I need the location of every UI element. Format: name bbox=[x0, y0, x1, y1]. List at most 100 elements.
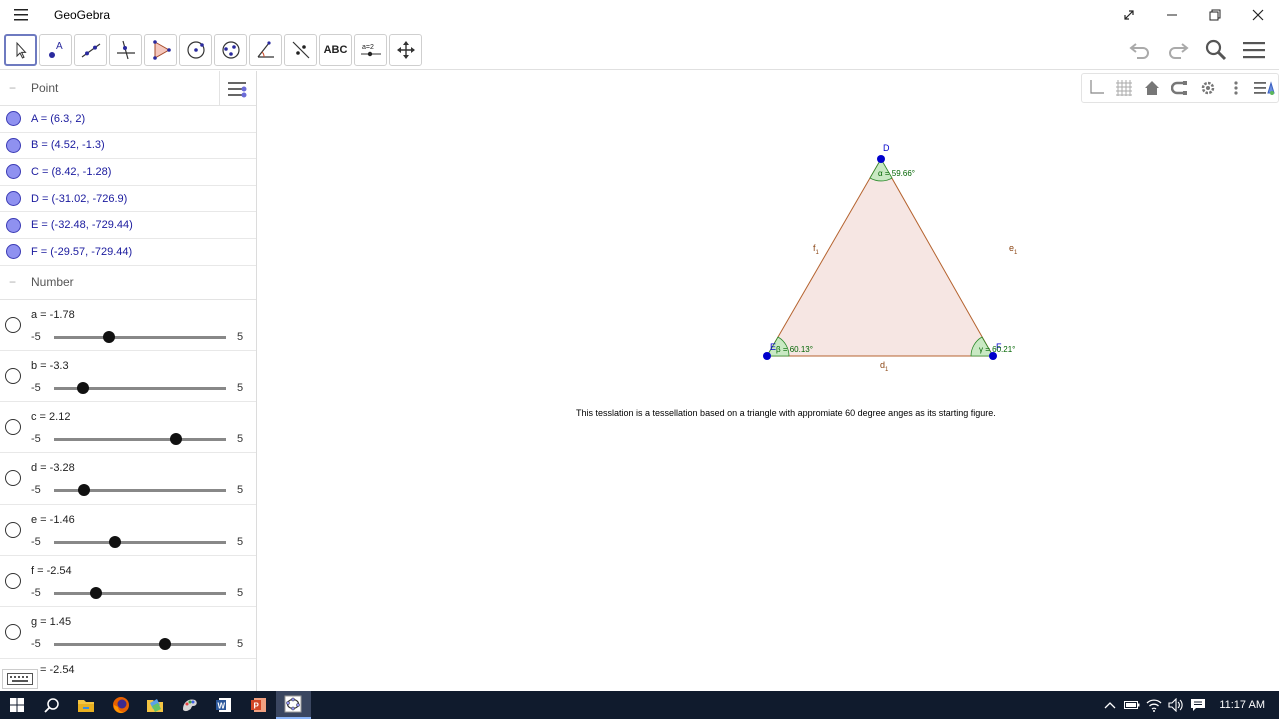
slider-visibility-toggle[interactable] bbox=[5, 470, 21, 487]
snapping-icon[interactable] bbox=[1166, 74, 1194, 102]
point-row[interactable]: A = (6.3, 2) bbox=[0, 106, 256, 133]
slider-knob[interactable] bbox=[170, 433, 183, 446]
file-explorer-icon[interactable] bbox=[69, 691, 104, 719]
firefox-icon[interactable] bbox=[104, 691, 139, 719]
slider-track[interactable] bbox=[54, 592, 226, 596]
slider-track[interactable] bbox=[54, 643, 226, 647]
redo-icon[interactable] bbox=[1163, 36, 1193, 64]
slider-row[interactable]: g = 1.45 -5 5 bbox=[0, 607, 256, 659]
slider-row[interactable]: a = -1.78 -5 5 bbox=[0, 300, 256, 351]
slider-visibility-toggle[interactable] bbox=[5, 367, 21, 384]
vertex-e[interactable] bbox=[763, 352, 771, 360]
text-tool-button[interactable]: ABC bbox=[319, 34, 352, 66]
geogebra-taskbar-icon[interactable] bbox=[276, 691, 311, 719]
keyboard-icon[interactable] bbox=[2, 669, 38, 689]
point-row[interactable]: F = (-29.57, -729.44) bbox=[0, 239, 256, 266]
battery-icon[interactable] bbox=[1121, 691, 1143, 719]
slider-knob[interactable] bbox=[77, 484, 90, 497]
point-visibility-toggle[interactable] bbox=[6, 164, 21, 180]
minimize-icon[interactable] bbox=[1150, 0, 1193, 30]
slider-track[interactable] bbox=[54, 335, 226, 339]
point-definition[interactable]: D = (-31.02, -726.9) bbox=[31, 193, 127, 205]
fullscreen-icon[interactable] bbox=[1107, 0, 1150, 30]
slider-row[interactable]: c = 2.12 -5 5 bbox=[0, 402, 256, 454]
reflect-tool-button[interactable] bbox=[284, 34, 317, 66]
slider-visibility-toggle[interactable] bbox=[5, 573, 21, 590]
slider-label[interactable]: c = 2.12 bbox=[31, 411, 70, 423]
slider-label[interactable]: e = -1.46 bbox=[31, 514, 75, 526]
action-center-icon[interactable] bbox=[1187, 691, 1209, 719]
move-graphics-tool-button[interactable] bbox=[389, 34, 422, 66]
slider-row[interactable]: f = -2.54 -5 5 bbox=[0, 556, 256, 608]
powerpoint-icon[interactable]: P bbox=[242, 691, 277, 719]
slider-label[interactable]: g = 1.45 bbox=[31, 616, 71, 628]
graphics-style-toggle-icon[interactable] bbox=[1250, 74, 1278, 102]
wifi-icon[interactable] bbox=[1143, 691, 1165, 719]
slider-label[interactable]: b = -3.3 bbox=[31, 360, 69, 372]
point-visibility-toggle[interactable] bbox=[6, 191, 21, 207]
point-definition[interactable]: F = (-29.57, -729.44) bbox=[31, 246, 132, 258]
point-group-header[interactable]: − Point bbox=[0, 71, 256, 106]
point-definition[interactable]: A = (6.3, 2) bbox=[31, 113, 85, 125]
angle-tool-button[interactable] bbox=[249, 34, 282, 66]
perpendicular-tool-button[interactable] bbox=[109, 34, 142, 66]
point-definition[interactable]: E = (-32.48, -729.44) bbox=[31, 219, 133, 231]
point-visibility-toggle[interactable] bbox=[6, 111, 21, 127]
slider-visibility-toggle[interactable] bbox=[5, 521, 21, 538]
slider-track[interactable] bbox=[54, 438, 226, 442]
number-group-header[interactable]: − Number bbox=[0, 266, 256, 300]
circle-three-points-tool-button[interactable] bbox=[214, 34, 247, 66]
slider-knob[interactable] bbox=[90, 587, 103, 600]
point-row[interactable]: D = (-31.02, -726.9) bbox=[0, 186, 256, 213]
undo-icon[interactable] bbox=[1125, 36, 1155, 64]
slider-track[interactable] bbox=[54, 540, 226, 544]
volume-icon[interactable] bbox=[1165, 691, 1187, 719]
line-tool-button[interactable] bbox=[74, 34, 107, 66]
move-tool-button[interactable] bbox=[4, 34, 37, 66]
slider-visibility-toggle[interactable] bbox=[5, 624, 21, 641]
search-icon[interactable] bbox=[1201, 36, 1231, 64]
point-tool-button[interactable]: A bbox=[39, 34, 72, 66]
point-row[interactable]: C = (8.42, -1.28) bbox=[0, 159, 256, 186]
axes-toggle-icon[interactable] bbox=[1082, 74, 1110, 102]
slider-tool-button[interactable]: a=2 bbox=[354, 34, 387, 66]
point-definition[interactable]: B = (4.52, -1.3) bbox=[31, 139, 105, 151]
file-manager-icon[interactable] bbox=[138, 691, 173, 719]
point-definition[interactable]: C = (8.42, -1.28) bbox=[31, 166, 111, 178]
point-row[interactable]: E = (-32.48, -729.44) bbox=[0, 212, 256, 239]
point-visibility-toggle[interactable] bbox=[6, 244, 21, 260]
point-visibility-toggle[interactable] bbox=[6, 137, 21, 153]
chevron-up-icon[interactable] bbox=[1099, 691, 1121, 719]
point-visibility-toggle[interactable] bbox=[6, 217, 21, 233]
collapse-icon[interactable]: − bbox=[9, 81, 19, 95]
taskbar-search-icon[interactable] bbox=[35, 691, 70, 719]
graphics-view[interactable]: D E F α = 59.66° β = 60.13° γ = 60.21° f… bbox=[258, 71, 1279, 691]
main-menu-icon[interactable] bbox=[1239, 36, 1269, 64]
slider-row[interactable]: b = -3.3 -5 5 bbox=[0, 351, 256, 403]
polygon-tool-button[interactable] bbox=[144, 34, 177, 66]
slider-label[interactable]: d = -3.28 bbox=[31, 462, 75, 474]
word-icon[interactable]: W bbox=[207, 691, 242, 719]
point-row[interactable]: B = (4.52, -1.3) bbox=[0, 133, 256, 160]
slider-knob[interactable] bbox=[103, 330, 116, 343]
slider-visibility-toggle[interactable] bbox=[5, 419, 21, 436]
vertex-d[interactable] bbox=[877, 155, 885, 163]
home-icon[interactable] bbox=[1138, 74, 1166, 102]
collapse-icon[interactable]: − bbox=[9, 275, 19, 289]
slider-row[interactable]: e = -1.46 -5 5 bbox=[0, 505, 256, 557]
slider-visibility-toggle[interactable] bbox=[5, 316, 21, 333]
slider-label[interactable]: f = -2.54 bbox=[31, 565, 72, 577]
taskbar-clock[interactable]: 11:17 AM bbox=[1219, 699, 1265, 711]
gear-icon[interactable] bbox=[1194, 74, 1222, 102]
hamburger-menu-icon[interactable] bbox=[0, 0, 42, 30]
slider-row[interactable]: d = -3.28 -5 5 bbox=[0, 453, 256, 505]
circle-tool-button[interactable] bbox=[179, 34, 212, 66]
slider-knob[interactable] bbox=[77, 381, 90, 394]
slider-knob[interactable] bbox=[108, 535, 121, 548]
slider-knob[interactable] bbox=[158, 638, 171, 651]
restore-icon[interactable] bbox=[1193, 0, 1236, 30]
triangle-polygon[interactable] bbox=[766, 157, 994, 357]
tessellation-caption[interactable]: This tesslation is a tessellation based … bbox=[576, 408, 996, 418]
slider-label[interactable]: a = -1.78 bbox=[31, 309, 75, 321]
algebra-style-icon[interactable] bbox=[219, 71, 256, 106]
